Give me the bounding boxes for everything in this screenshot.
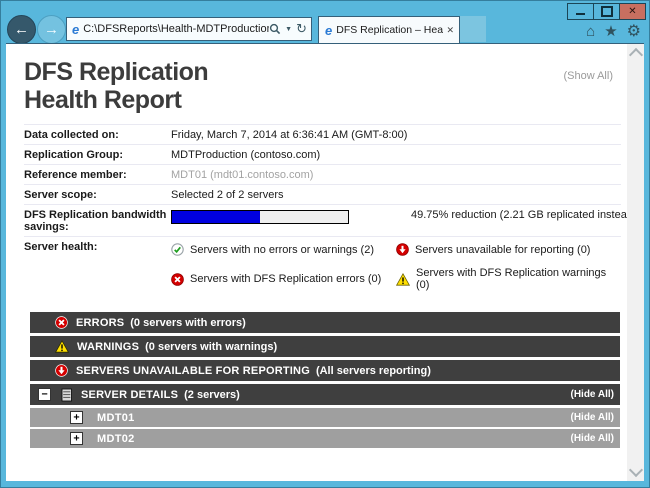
- expand-toggle-icon[interactable]: +: [70, 432, 83, 445]
- home-icon[interactable]: ⌂: [586, 23, 595, 40]
- scroll-up-icon[interactable]: [629, 48, 643, 62]
- health-item-text: Servers unavailable for reporting (0): [415, 244, 590, 256]
- info-label: Server scope:: [24, 189, 171, 201]
- unavailable-icon: [55, 364, 68, 377]
- maximize-button[interactable]: [593, 4, 619, 19]
- settings-gear-icon[interactable]: ⚙: [627, 21, 641, 41]
- window-controls: ✕: [567, 3, 646, 20]
- close-button[interactable]: ✕: [619, 4, 645, 19]
- health-item-errors: Servers with DFS Replication errors (0): [171, 267, 396, 291]
- section-title: SERVERS UNAVAILABLE FOR REPORTING: [76, 365, 310, 377]
- section-unavailable[interactable]: SERVERS UNAVAILABLE FOR REPORTING (All s…: [30, 360, 620, 381]
- error-icon: [55, 316, 68, 329]
- section-title: WARNINGS: [77, 341, 139, 353]
- server-row-mdt02[interactable]: + MDT02 (Hide All): [30, 429, 620, 448]
- tab-title: DFS Replication – Health Re...: [336, 24, 443, 36]
- bandwidth-summary: 49.75% reduction (2.21 GB replicated ins…: [411, 209, 644, 221]
- unavailable-icon: [396, 243, 409, 256]
- bandwidth-progress-fill: [172, 211, 260, 223]
- ok-icon: [171, 243, 184, 256]
- info-label: Server health:: [24, 241, 171, 297]
- favorites-star-icon[interactable]: ★: [604, 22, 617, 40]
- search-icon[interactable]: [269, 23, 281, 35]
- browser-tab[interactable]: e DFS Replication – Health Re... ✕: [318, 16, 460, 43]
- server-name: MDT01: [97, 412, 135, 424]
- info-label: Data collected on:: [24, 129, 171, 141]
- ie-tab-icon: e: [325, 23, 332, 38]
- health-item-unavailable: Servers unavailable for reporting (0): [396, 243, 621, 256]
- back-button[interactable]: ←: [7, 15, 36, 44]
- warning-icon: [396, 273, 410, 286]
- tab-close-icon[interactable]: ✕: [446, 25, 454, 36]
- minimize-icon: [576, 13, 585, 15]
- address-dropdown-icon[interactable]: ▼: [285, 26, 292, 33]
- show-all-link[interactable]: (Show All): [563, 70, 613, 82]
- section-detail: (2 servers): [184, 389, 240, 401]
- section-title: SERVER DETAILS: [81, 389, 178, 401]
- info-value: Friday, March 7, 2014 at 6:36:41 AM (GMT…: [171, 129, 621, 141]
- dfs-health-report: (Show All) DFS Replication Health Report…: [6, 44, 627, 481]
- expand-toggle-icon[interactable]: +: [70, 411, 83, 424]
- info-row-bandwidth-savings: DFS Replication bandwidth savings: 49.75…: [24, 204, 621, 236]
- section-warnings[interactable]: WARNINGS (0 servers with warnings): [30, 336, 620, 357]
- server-name: MDT02: [97, 433, 135, 445]
- hide-all-link[interactable]: (Hide All): [570, 433, 620, 444]
- error-icon: [171, 273, 184, 286]
- section-title: ERRORS: [76, 317, 124, 329]
- page-title: DFS Replication Health Report: [24, 58, 627, 114]
- forward-button[interactable]: →: [37, 15, 66, 44]
- forward-arrow-icon: →: [44, 21, 59, 38]
- info-value: MDTProduction (contoso.com): [171, 149, 621, 161]
- address-bar[interactable]: e C:\DFSReports\Health-MDTProduction-07M…: [66, 17, 312, 41]
- health-item-ok: Servers with no errors or warnings (2): [171, 243, 396, 256]
- warning-icon: [55, 340, 69, 353]
- maximize-icon: [601, 6, 613, 17]
- new-tab-button[interactable]: [460, 16, 486, 42]
- info-row-replication-group: Replication Group: MDTProduction (contos…: [24, 144, 621, 164]
- browser-viewport: (Show All) DFS Replication Health Report…: [6, 43, 644, 481]
- health-item-text: Servers with DFS Replication errors (0): [190, 273, 381, 285]
- info-value: MDT01 (mdt01.contoso.com): [171, 169, 621, 181]
- section-errors[interactable]: ERRORS (0 servers with errors): [30, 312, 620, 333]
- health-item-text: Servers with DFS Replication warnings (0…: [416, 267, 621, 291]
- hide-all-link[interactable]: (Hide All): [570, 389, 620, 400]
- report-summary-table: Data collected on: Friday, March 7, 2014…: [24, 124, 621, 300]
- scroll-down-icon[interactable]: [629, 463, 643, 477]
- back-arrow-icon: ←: [14, 21, 29, 38]
- address-url[interactable]: C:\DFSReports\Health-MDTProduction-07Ma: [83, 23, 269, 35]
- hide-all-link[interactable]: (Hide All): [570, 412, 620, 423]
- section-detail: (0 servers with errors): [130, 317, 246, 329]
- info-row-reference-member: Reference member: MDT01 (mdt01.contoso.c…: [24, 164, 621, 184]
- refresh-icon[interactable]: ↻: [296, 21, 307, 37]
- info-row-server-scope: Server scope: Selected 2 of 2 servers: [24, 184, 621, 204]
- server-row-mdt01[interactable]: + MDT01 (Hide All): [30, 408, 620, 427]
- section-server-details[interactable]: − SERVER DETAILS (2 servers) (Hide All): [30, 384, 620, 405]
- ie-page-icon: e: [72, 22, 79, 37]
- section-detail: (All servers reporting): [316, 365, 431, 377]
- info-value: Selected 2 of 2 servers: [171, 189, 621, 201]
- health-item-warnings: Servers with DFS Replication warnings (0…: [396, 267, 621, 291]
- vertical-scrollbar[interactable]: [627, 44, 644, 481]
- info-row-data-collected: Data collected on: Friday, March 7, 2014…: [24, 124, 621, 144]
- section-detail: (0 servers with warnings): [145, 341, 277, 353]
- report-sections: ERRORS (0 servers with errors) WARNINGS …: [30, 312, 620, 448]
- server-icon: [61, 388, 73, 402]
- collapse-toggle-icon[interactable]: −: [38, 388, 51, 401]
- health-item-text: Servers with no errors or warnings (2): [190, 244, 374, 256]
- info-row-server-health: Server health: Servers with no errors or…: [24, 236, 621, 300]
- minimize-button[interactable]: [568, 4, 593, 19]
- info-label: Replication Group:: [24, 149, 171, 161]
- info-label: Reference member:: [24, 169, 171, 181]
- bandwidth-progress-bar: [171, 210, 349, 224]
- info-label: DFS Replication bandwidth savings:: [24, 209, 171, 233]
